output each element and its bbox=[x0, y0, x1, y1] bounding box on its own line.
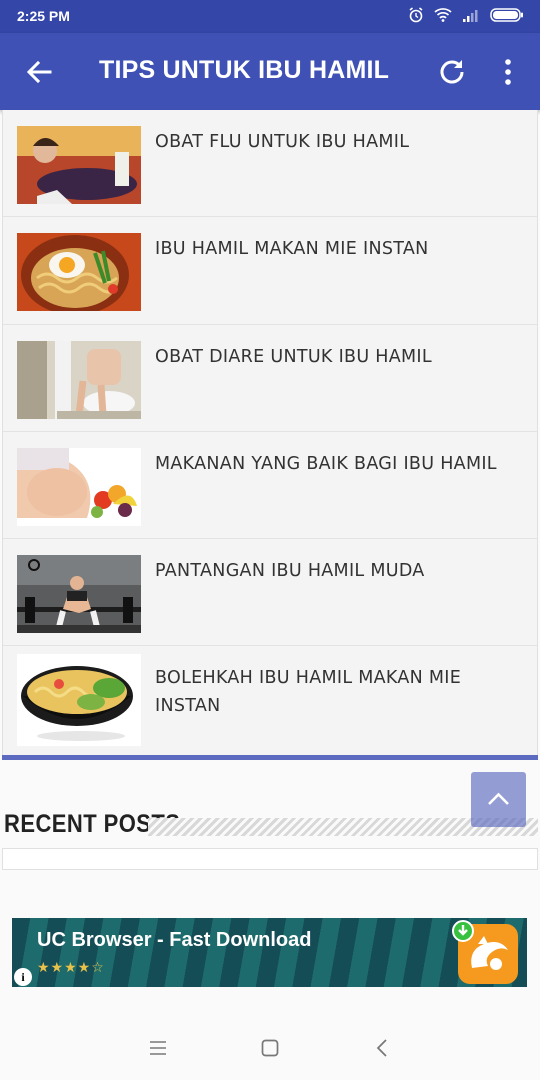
refresh-icon[interactable] bbox=[438, 57, 466, 85]
list-item[interactable]: IBU HAMIL MAKAN MIE INSTAN bbox=[3, 217, 537, 325]
article-title: IBU HAMIL MAKAN MIE INSTAN bbox=[155, 239, 429, 260]
status-time: 2:25 PM bbox=[17, 8, 70, 24]
thumbnail-image bbox=[17, 654, 141, 747]
ad-title: UC Browser - Fast Download bbox=[37, 929, 312, 951]
list-item[interactable]: PANTANGAN IBU HAMIL MUDA bbox=[3, 539, 537, 647]
battery-icon bbox=[490, 8, 523, 22]
thumbnail-image bbox=[17, 447, 141, 526]
list-item[interactable]: BOLEHKAH IBU HAMIL MAKAN MIE INSTAN bbox=[3, 646, 537, 753]
scroll-to-top-button[interactable] bbox=[471, 772, 526, 827]
chevron-up-icon bbox=[488, 792, 509, 805]
more-options-icon[interactable] bbox=[500, 58, 516, 86]
article-title: MAKANAN YANG BAIK BAGI IBU HAMIL bbox=[155, 453, 497, 474]
article-title: OBAT DIARE UNTUK IBU HAMIL bbox=[155, 346, 432, 367]
list-item[interactable]: OBAT DIARE UNTUK IBU HAMIL bbox=[3, 325, 537, 432]
signal-icon bbox=[463, 10, 478, 22]
app-bar: TIPS UNTUK IBU HAMIL bbox=[0, 33, 540, 110]
alarm-icon bbox=[409, 7, 423, 23]
page-title: TIPS UNTUK IBU HAMIL bbox=[99, 56, 390, 84]
article-list: OBAT FLU UNTUK IBU HAMIL IBU HAMIL MAKAN… bbox=[2, 110, 538, 760]
ad-rating-stars: ★★★★☆ bbox=[37, 960, 105, 976]
thumbnail-image bbox=[17, 555, 141, 634]
ad-banner[interactable]: UC Browser - Fast Download ★★★★☆ i bbox=[12, 918, 527, 987]
thumbnail-image bbox=[17, 126, 141, 204]
article-title: OBAT FLU UNTUK IBU HAMIL bbox=[155, 132, 410, 152]
status-bar: 2:25 PM bbox=[0, 0, 540, 33]
status-icons bbox=[408, 7, 524, 23]
home-icon[interactable] bbox=[261, 1039, 279, 1057]
list-bottom-border bbox=[2, 755, 538, 760]
download-icon bbox=[452, 920, 474, 942]
thumbnail-image bbox=[17, 340, 141, 419]
list-item[interactable]: OBAT FLU UNTUK IBU HAMIL bbox=[3, 110, 537, 218]
article-title: PANTANGAN IBU HAMIL MUDA bbox=[155, 561, 425, 582]
system-nav-bar bbox=[0, 1015, 540, 1080]
recent-posts-list bbox=[2, 848, 538, 870]
article-title: BOLEHKAH IBU HAMIL MAKAN MIE INSTAN bbox=[155, 668, 462, 717]
thumbnail-image bbox=[17, 233, 141, 312]
ad-info-icon[interactable]: i bbox=[14, 968, 32, 986]
wifi-icon bbox=[434, 8, 452, 22]
back-arrow-icon[interactable] bbox=[24, 57, 54, 87]
list-item[interactable]: MAKANAN YANG BAIK BAGI IBU HAMIL bbox=[3, 432, 537, 540]
menu-icon[interactable] bbox=[149, 1040, 167, 1056]
nav-back-icon[interactable] bbox=[376, 1038, 388, 1058]
